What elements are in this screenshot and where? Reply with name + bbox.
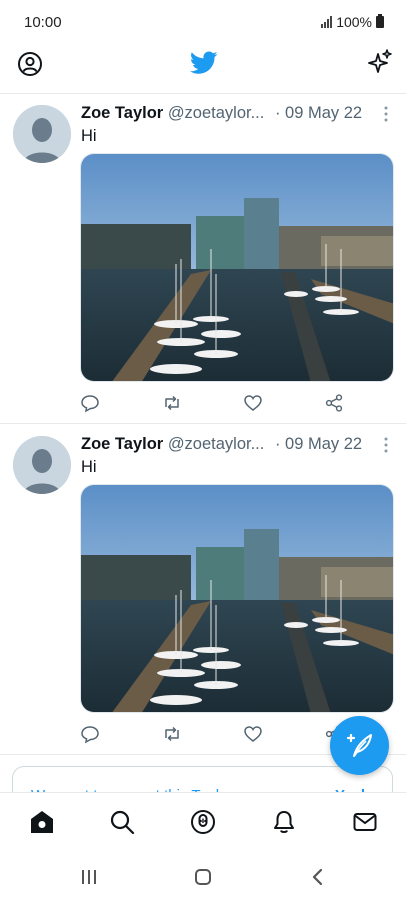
home-button[interactable] xyxy=(194,868,212,886)
author-name[interactable]: Zoe Taylor xyxy=(81,104,163,122)
tweet-date: 09 May 22 xyxy=(285,435,363,453)
status-indicators: 100% xyxy=(321,14,384,30)
marina-photo xyxy=(81,154,393,381)
tweet-card[interactable]: Zoe Taylor @zoetaylor... · 09 May 22 Hi xyxy=(0,95,406,425)
bottom-navigation xyxy=(0,792,406,850)
marina-photo xyxy=(81,485,393,712)
tweet-text: Hi xyxy=(81,458,97,476)
tweet-header: Zoe Taylor @zoetaylor... · 09 May 22 xyxy=(81,435,391,457)
tweet-text: Hi xyxy=(81,127,97,145)
twitter-bird-icon[interactable] xyxy=(190,51,218,75)
profile-icon[interactable] xyxy=(17,51,43,77)
author-handle[interactable]: @zoetaylor... xyxy=(168,435,265,453)
default-avatar-icon xyxy=(13,436,71,494)
like-icon[interactable] xyxy=(243,724,263,744)
tweet-media-image[interactable] xyxy=(80,153,394,382)
sparkle-icon[interactable] xyxy=(367,49,393,75)
battery-percent: 100% xyxy=(336,14,372,30)
retweet-icon[interactable] xyxy=(162,724,182,744)
tweet-actions xyxy=(80,393,370,413)
avatar[interactable] xyxy=(13,436,71,494)
top-app-bar xyxy=(0,44,406,94)
back-button[interactable] xyxy=(310,868,324,886)
status-time: 10:00 xyxy=(24,14,62,31)
system-navigation-bar xyxy=(0,850,406,902)
share-icon[interactable] xyxy=(324,393,344,413)
author-name[interactable]: Zoe Taylor xyxy=(81,435,163,453)
tweet-header: Zoe Taylor @zoetaylor... · 09 May 22 xyxy=(81,104,391,126)
separator-dot: · xyxy=(274,435,281,453)
tweet-date: 09 May 22 xyxy=(285,104,363,122)
more-options-icon[interactable] xyxy=(383,437,389,453)
spaces-icon[interactable] xyxy=(190,809,216,835)
tweet-divider xyxy=(0,423,406,424)
like-icon[interactable] xyxy=(243,393,263,413)
notifications-icon[interactable] xyxy=(271,809,297,835)
tweet-card[interactable]: Zoe Taylor @zoetaylor... · 09 May 22 Hi xyxy=(0,426,406,756)
reply-icon[interactable] xyxy=(80,724,100,744)
battery-icon xyxy=(376,14,384,28)
reply-icon[interactable] xyxy=(80,393,100,413)
tweet-actions xyxy=(80,724,370,744)
more-options-icon[interactable] xyxy=(383,106,389,122)
tweet-media-image[interactable] xyxy=(80,484,394,713)
compose-icon xyxy=(346,733,372,757)
messages-icon[interactable] xyxy=(352,809,378,835)
separator-dot: · xyxy=(274,104,281,122)
status-bar: 10:00 100% xyxy=(0,0,406,44)
recents-button[interactable] xyxy=(80,868,98,886)
avatar[interactable] xyxy=(13,105,71,163)
retweet-icon[interactable] xyxy=(162,393,182,413)
home-icon[interactable] xyxy=(29,809,55,835)
signal-icon xyxy=(321,16,333,28)
compose-tweet-button[interactable] xyxy=(330,716,389,775)
default-avatar-icon xyxy=(13,105,71,163)
author-handle[interactable]: @zoetaylor... xyxy=(168,104,265,122)
search-icon[interactable] xyxy=(109,809,135,835)
